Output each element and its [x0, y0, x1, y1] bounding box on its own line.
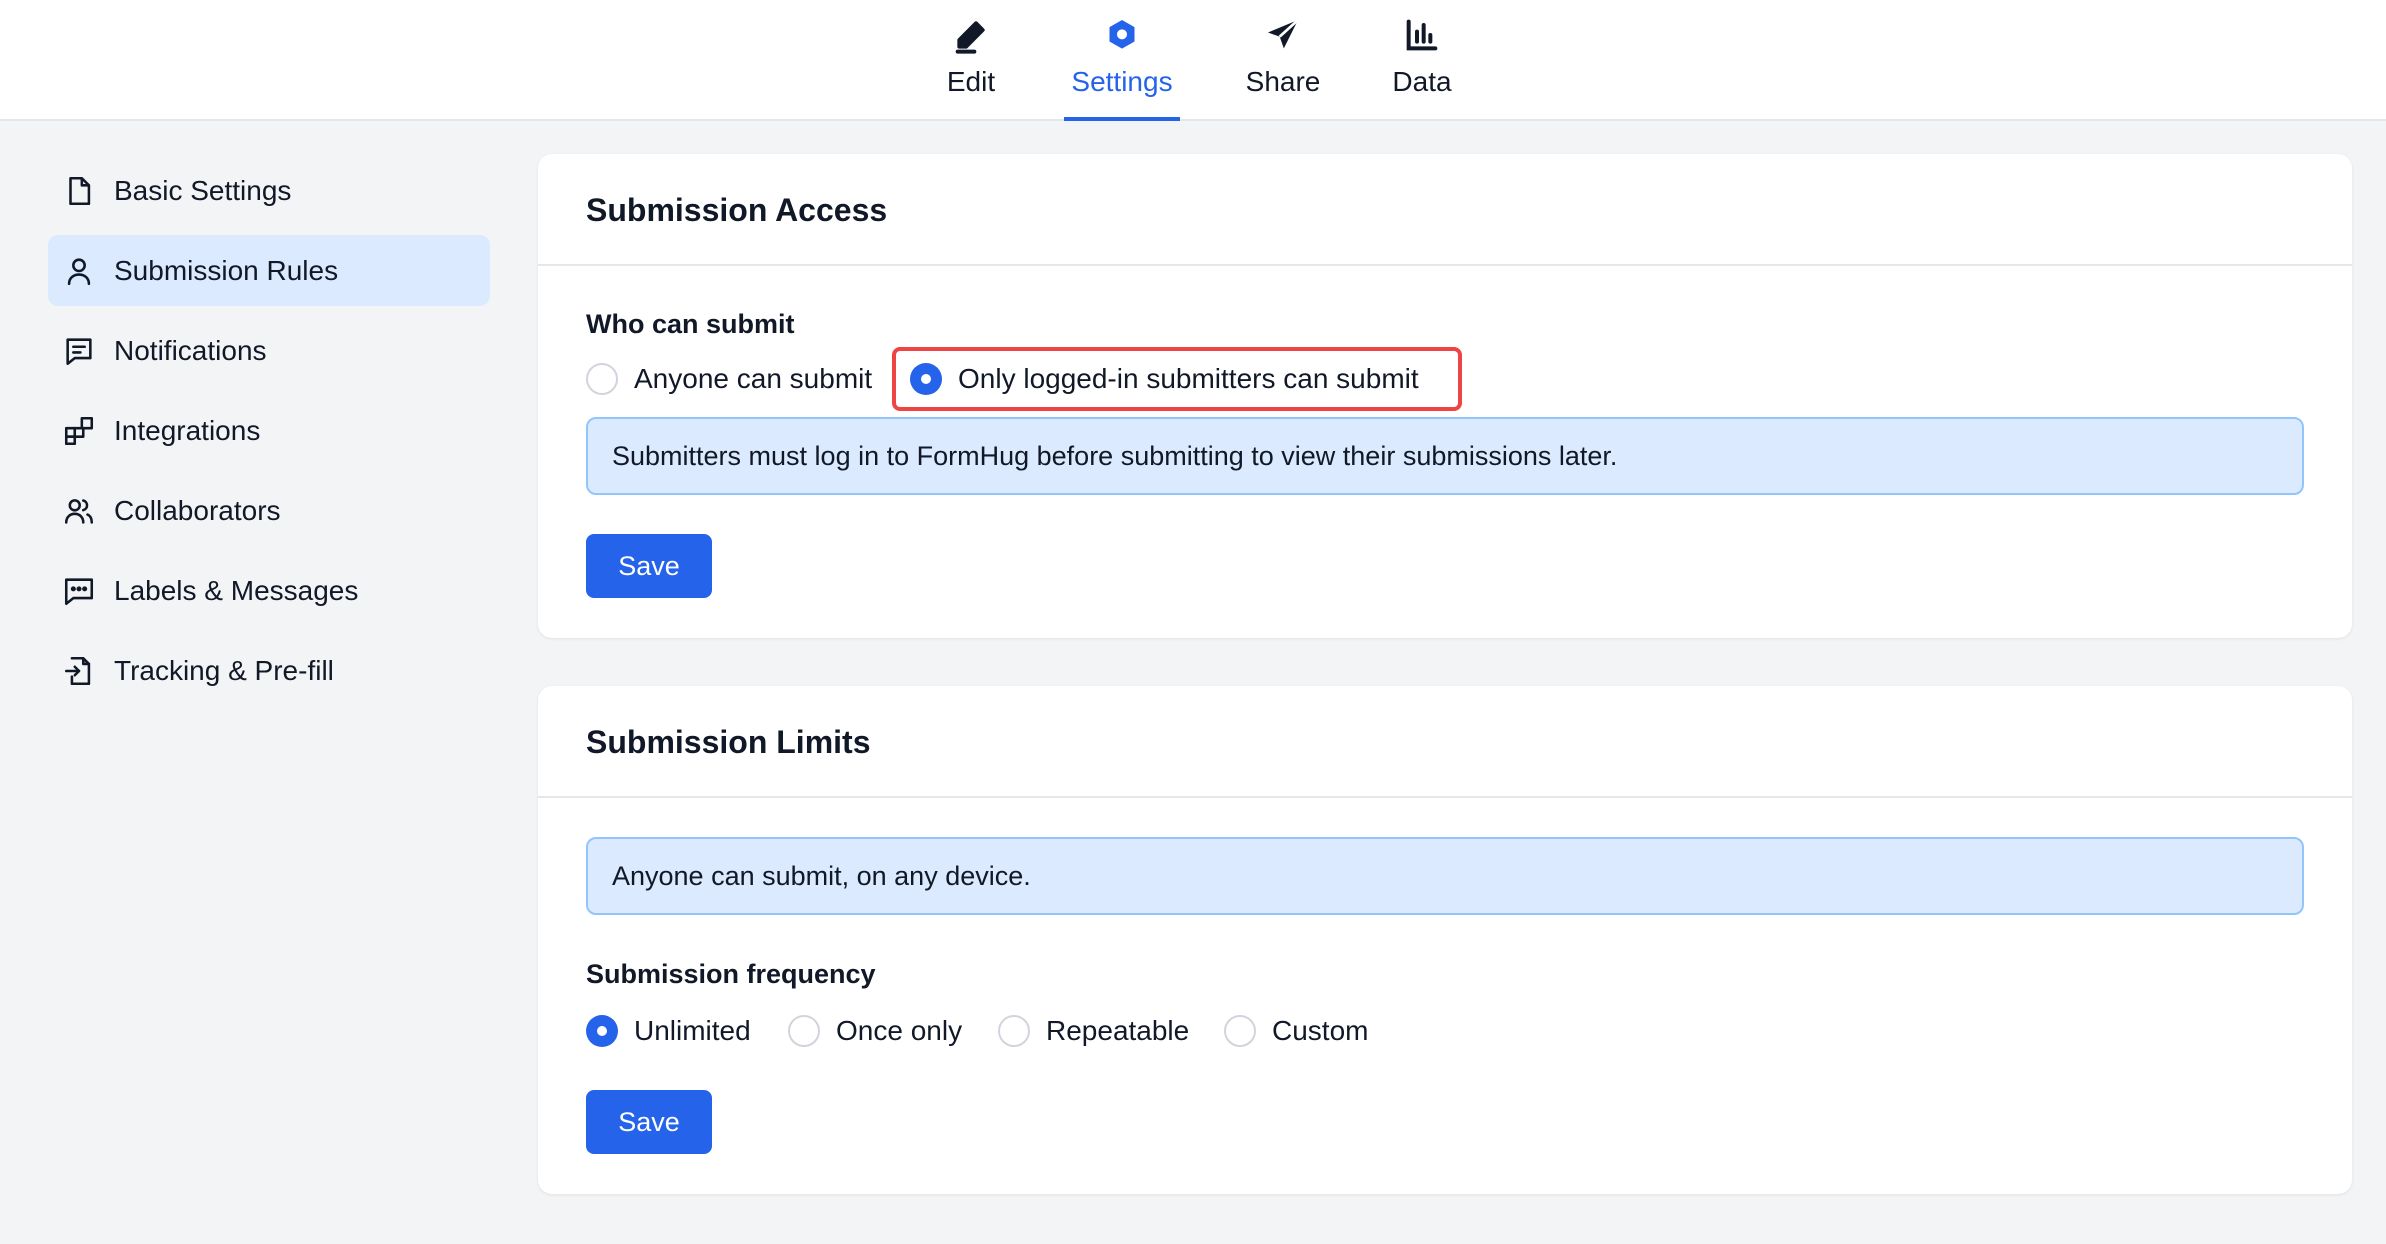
sidebar-item-label: Labels & Messages [114, 574, 359, 606]
radio-circle[interactable] [998, 1015, 1030, 1047]
info-banner: Anyone can submit, on any device. [586, 837, 2304, 915]
active-tab-indicator [1064, 117, 1180, 121]
radio-repeatable[interactable]: Repeatable [998, 1011, 1189, 1051]
card-header: Submission Limits [538, 686, 2352, 798]
info-text: Submitters must log in to FormHug before… [612, 441, 1618, 471]
submission-limits-card: Submission Limits Anyone can submit, on … [538, 686, 2352, 1194]
chat-dots-icon [64, 577, 94, 605]
radio-circle[interactable] [586, 363, 618, 395]
tab-label: Edit [946, 66, 996, 97]
hexagon-gear-icon [1109, 20, 1135, 49]
sidebar-item-basic-settings[interactable]: Basic Settings [48, 155, 490, 226]
save-button[interactable]: Save [586, 534, 712, 598]
sidebar-item-submission-rules[interactable]: Submission Rules [48, 235, 490, 306]
submission-access-card: Submission Access Who can submit Anyone … [538, 154, 2352, 638]
sidebar-item-label: Tracking & Pre-fill [114, 654, 334, 686]
sidebar-item-labels-messages[interactable]: Labels & Messages [48, 555, 490, 626]
sidebar-item-label: Collaborators [114, 494, 281, 526]
tab-label: Settings [1071, 66, 1173, 97]
radio-label: Only logged-in submitters can submit [958, 363, 1419, 394]
radio-label: Anyone can submit [634, 363, 873, 394]
user-icon [67, 257, 91, 285]
sidebar-item-integrations[interactable]: Integrations [48, 395, 490, 466]
info-banner: Submitters must log in to FormHug before… [586, 417, 2304, 495]
file-import-icon [64, 656, 91, 685]
who-can-submit-label: Who can submit [586, 309, 795, 339]
sidebar-item-tracking-prefill[interactable]: Tracking & Pre-fill [48, 635, 490, 706]
radio-circle-checked[interactable] [910, 363, 942, 395]
save-button[interactable]: Save [586, 1090, 712, 1154]
pencil-icon [955, 21, 985, 54]
card-header: Submission Access [538, 154, 2352, 266]
paper-plane-icon [1268, 19, 1299, 49]
sidebar-item-notifications[interactable]: Notifications [48, 315, 490, 386]
info-text: Anyone can submit, on any device. [612, 861, 1031, 891]
radio-custom[interactable]: Custom [1224, 1011, 1368, 1051]
radio-circle-checked[interactable] [586, 1015, 618, 1047]
radio-anyone-can-submit[interactable]: Anyone can submit [586, 359, 872, 399]
sidebar-item-label: Notifications [114, 334, 267, 366]
sidebar-item-label: Integrations [114, 414, 261, 446]
bar-chart-icon [1406, 19, 1438, 51]
submission-frequency-label: Submission frequency [586, 959, 876, 989]
card-title: Submission Access [586, 192, 888, 228]
radio-once-only[interactable]: Once only [788, 1011, 962, 1051]
radio-label: Unlimited [634, 1015, 751, 1046]
radio-unlimited[interactable]: Unlimited [586, 1011, 751, 1051]
radio-circle[interactable] [788, 1015, 820, 1047]
users-icon [64, 498, 94, 524]
card-title: Submission Limits [586, 724, 871, 760]
radio-label: Repeatable [1046, 1015, 1190, 1046]
sidebar-item-collaborators[interactable]: Collaborators [48, 475, 490, 546]
tab-data[interactable]: Data [1382, 0, 1462, 121]
radio-only-logged-in[interactable]: Only logged-in submitters can submit [910, 359, 1419, 399]
sidebar-item-label: Submission Rules [114, 254, 339, 286]
sidebar-item-label: Basic Settings [114, 174, 292, 206]
tab-label: Data [1392, 66, 1452, 97]
puzzle-blocks-icon [64, 416, 94, 445]
tab-share[interactable]: Share [1240, 0, 1326, 121]
message-lines-icon [66, 337, 92, 365]
top-nav: Edit Settings Share Data [0, 0, 2386, 121]
radio-label: Custom [1272, 1015, 1369, 1046]
radio-circle[interactable] [1224, 1015, 1256, 1047]
radio-label: Once only [836, 1015, 963, 1046]
tab-settings[interactable]: Settings [1064, 0, 1180, 121]
tab-edit[interactable]: Edit [932, 0, 1010, 121]
document-icon [69, 176, 91, 205]
tab-label: Share [1245, 66, 1321, 97]
